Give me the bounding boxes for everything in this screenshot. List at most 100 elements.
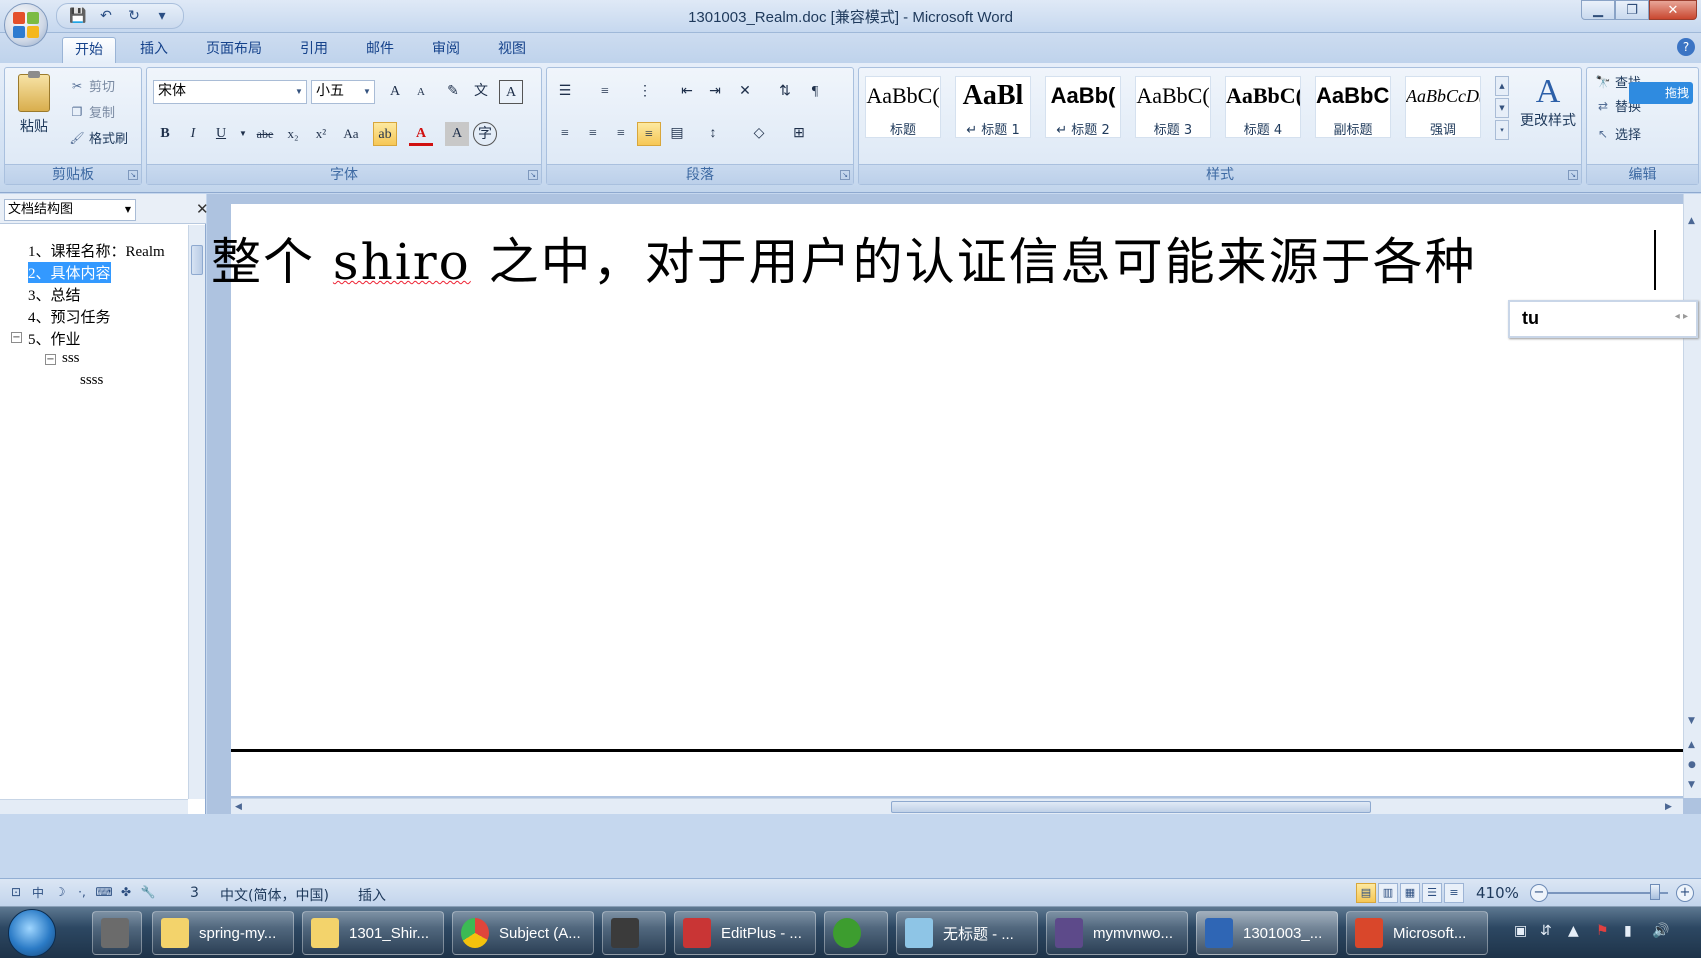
chinese-layout-icon[interactable]: ✕ [733, 80, 757, 104]
gallery-up-icon[interactable]: ▲ [1495, 76, 1509, 96]
full-screen-reading-icon[interactable]: ▥ [1378, 883, 1398, 903]
ime-page-arrows-icon[interactable]: ◂ ▸ [1675, 311, 1688, 322]
draft-view-icon[interactable]: ≡ [1444, 883, 1464, 903]
paragraph-launcher-icon[interactable]: ↘ [840, 170, 850, 180]
ime-tool-icon[interactable]: 🔧 [140, 883, 156, 901]
document-vertical-scrollbar[interactable]: ▲ ▼ ▲ ● ▼ [1683, 194, 1701, 798]
task-untitled[interactable]: 无标题 - ... [896, 911, 1038, 955]
document-page[interactable]: 整个 shiro 之中，对于用户的认证信息可能来源于各种 [211, 204, 1683, 796]
next-page-icon[interactable]: ▼ [1688, 780, 1695, 790]
tray-network-icon[interactable]: ⇵ [1540, 923, 1552, 939]
document-map-select[interactable]: 文档结构图 ▼ [4, 199, 136, 221]
start-button[interactable] [8, 909, 56, 957]
subscript-button[interactable]: x₂ [281, 122, 305, 146]
ime-fan-icon[interactable]: ✤ [118, 883, 134, 901]
highlight-icon[interactable]: ab [373, 122, 397, 146]
scroll-right-icon[interactable]: ▶ [1665, 802, 1672, 812]
style-subtitle[interactable]: AaBbC( 副标题 [1315, 76, 1391, 138]
print-layout-view-icon[interactable]: ▤ [1356, 883, 1376, 903]
nav-horizontal-scrollbar[interactable] [0, 799, 188, 814]
close-button[interactable]: ✕ [1649, 0, 1697, 20]
justify-icon[interactable]: ≡ [637, 122, 661, 146]
align-right-icon[interactable]: ≡ [609, 122, 633, 146]
browse-object-icon[interactable]: ● [1688, 760, 1696, 770]
ime-chinese-icon[interactable]: 中 [30, 883, 46, 901]
clear-formatting-icon[interactable]: ✎ [441, 80, 465, 104]
underline-dropdown-icon[interactable]: ▼ [231, 122, 255, 146]
nav-item-course-name[interactable]: 1、课程名称：Realm [28, 240, 165, 261]
shading-icon[interactable]: ◇ [747, 122, 771, 146]
char-shading-icon[interactable]: A [445, 122, 469, 146]
ime-toggle-icon[interactable]: ⊡ [8, 883, 24, 901]
zoom-out-icon[interactable]: − [1530, 884, 1548, 902]
task-spring-folder[interactable]: spring-my... [152, 911, 294, 955]
grow-font-button[interactable]: A [383, 80, 407, 104]
italic-button[interactable]: I [181, 122, 205, 146]
bold-button[interactable]: B [153, 122, 177, 146]
prev-page-icon[interactable]: ▲ [1688, 740, 1695, 750]
insert-mode-indicator[interactable]: 插入 [358, 885, 386, 905]
tray-volume-icon[interactable]: 🔊 [1652, 923, 1669, 939]
cut-button[interactable]: ✂ 剪切 [69, 76, 115, 96]
nav-item-ssss[interactable]: ssss [80, 372, 103, 389]
strikethrough-button[interactable]: abe [253, 122, 277, 146]
task-word-document[interactable]: 1301003_... [1196, 911, 1338, 955]
task-sublime[interactable] [602, 911, 666, 955]
tab-home[interactable]: 开始 [62, 37, 116, 63]
line-spacing-icon[interactable]: ↕ [701, 122, 725, 146]
tab-view[interactable]: 视图 [486, 37, 538, 63]
nav-item-summary[interactable]: 3、总结 [28, 284, 81, 305]
phonetic-guide-icon[interactable]: 文 [469, 80, 493, 104]
zoom-slider-thumb[interactable] [1650, 884, 1660, 900]
scroll-left-icon[interactable]: ◀ [235, 802, 242, 812]
document-horizontal-scrollbar[interactable]: ◀ ▶ [231, 798, 1683, 814]
change-styles-button[interactable]: A 更改样式 [1517, 74, 1579, 130]
collapse-icon[interactable]: − [11, 332, 22, 343]
nav-item-content[interactable]: 2、具体内容 [28, 262, 111, 283]
style-title[interactable]: AaBbC( 标题 [865, 76, 941, 138]
misspelled-word[interactable]: shiro [333, 233, 471, 291]
copy-button[interactable]: ❐ 复制 [69, 102, 115, 122]
underline-button[interactable]: U [209, 122, 233, 146]
clipboard-launcher-icon[interactable]: ↘ [128, 170, 138, 180]
nav-vertical-scrollbar[interactable] [188, 225, 205, 799]
increase-indent-icon[interactable]: ⇥ [703, 80, 727, 104]
ime-moon-icon[interactable]: ☽ [52, 883, 68, 901]
scroll-up-icon[interactable]: ▲ [1688, 216, 1695, 226]
minimize-button[interactable]: ▁ [1581, 0, 1615, 20]
office-button[interactable] [4, 3, 48, 47]
nav-item-preview-task[interactable]: 4、预习任务 [28, 306, 111, 327]
nav-item-homework[interactable]: 5、作业 [28, 328, 81, 349]
decrease-indent-icon[interactable]: ⇤ [675, 80, 699, 104]
tray-display-icon[interactable]: ▣ [1514, 923, 1527, 939]
font-size-combo[interactable]: 小五 ▼ [311, 80, 375, 104]
tab-mailings[interactable]: 邮件 [354, 37, 406, 63]
char-border-button[interactable]: A [499, 80, 523, 104]
font-launcher-icon[interactable]: ↘ [528, 170, 538, 180]
paste-button[interactable]: 粘贴 [13, 71, 55, 154]
scroll-thumb[interactable] [891, 801, 1371, 813]
zoom-level[interactable]: 410% [1476, 884, 1519, 902]
task-mymvnwork[interactable]: mymvnwo... [1046, 911, 1188, 955]
shrink-font-button[interactable]: A [409, 80, 433, 104]
zoom-in-icon[interactable]: + [1676, 884, 1694, 902]
task-shiro-folder[interactable]: 1301_Shir... [302, 911, 444, 955]
styles-launcher-icon[interactable]: ↘ [1568, 170, 1578, 180]
drag-badge[interactable]: 拖拽 [1629, 82, 1693, 104]
tab-references[interactable]: 引用 [288, 37, 340, 63]
style-heading-2[interactable]: AaBb( ↵ 标题 2 [1045, 76, 1121, 138]
document-text[interactable]: 整个 shiro 之中，对于用户的认证信息可能来源于各种 [211, 222, 1477, 294]
collapse-icon[interactable]: − [45, 354, 56, 365]
bullets-icon[interactable]: ☰ [553, 80, 577, 104]
align-left-icon[interactable]: ≡ [553, 122, 577, 146]
task-microsoft-powerpoint[interactable]: Microsoft... [1346, 911, 1488, 955]
font-color-icon[interactable]: A [409, 122, 433, 146]
nav-item-sss[interactable]: sss [62, 350, 80, 367]
style-heading-4[interactable]: AaBbC( 标题 4 [1225, 76, 1301, 138]
borders-icon[interactable]: ⊞ [787, 122, 811, 146]
sort-icon[interactable]: ⇅ [773, 80, 797, 104]
ime-keyboard-icon[interactable]: ⌨ [95, 883, 112, 901]
multilevel-list-icon[interactable]: ⋮ [633, 80, 657, 104]
task-editplus[interactable]: EditPlus - ... [674, 911, 816, 955]
outline-view-icon[interactable]: ☰ [1422, 883, 1442, 903]
